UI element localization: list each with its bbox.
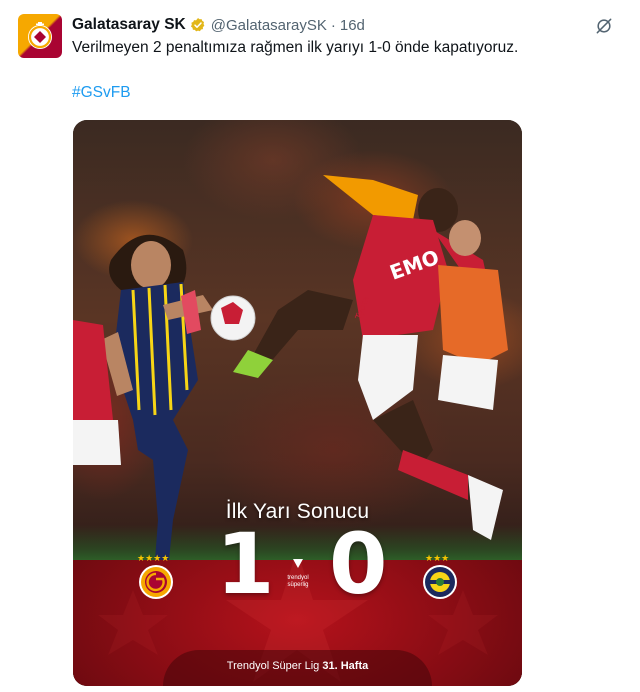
timestamp[interactable]: 16d	[340, 17, 365, 34]
grok-button[interactable]	[592, 14, 616, 38]
tweet-text: Verilmeyen 2 penaltımıza rağmen ilk yarı…	[72, 39, 519, 56]
hashtag-link[interactable]: #GSvFB	[72, 84, 131, 102]
footer-week: 31. Hafta	[322, 660, 369, 672]
verified-badge-icon	[190, 18, 205, 32]
tweet-media-image[interactable]: EMO Tyota İlk Yarı Sonucu ★★★★ 1 trendyo…	[73, 120, 522, 686]
avatar[interactable]	[18, 14, 62, 58]
separator-dot: ·	[330, 16, 336, 34]
tweet: Galatasaray SK @GalatasaraySK · 16d Veri…	[0, 0, 640, 692]
galatasaray-crest-icon: ★★★★	[137, 553, 173, 599]
grok-icon	[596, 18, 612, 34]
star-icon: ★★★★	[137, 553, 169, 563]
league-footer: Trendyol Süper Lig 31. Hafta	[73, 660, 522, 672]
away-score: 0	[329, 515, 388, 613]
fenerbahce-crest-icon: ★★★	[423, 553, 457, 599]
league-tag-line1: trendyol	[287, 575, 309, 581]
galatasaray-logo-icon	[28, 22, 52, 49]
league-tag-line2: süperlig	[287, 582, 309, 588]
footer-league-name: Trendyol Süper Lig	[226, 660, 320, 672]
star-icon: ★★★	[425, 553, 449, 563]
soccer-ball	[210, 295, 256, 341]
tweet-header: Galatasaray SK @GalatasaraySK · 16d	[72, 15, 365, 35]
superlig-icon	[293, 559, 303, 568]
trendyol-superlig-logo: trendyol süperlig	[278, 556, 318, 589]
handle[interactable]: @GalatasaraySK	[211, 17, 327, 34]
half-time-title: İlk Yarı Sonucu	[225, 500, 370, 523]
display-name[interactable]: Galatasaray SK	[72, 16, 186, 34]
home-score: 1	[216, 515, 275, 613]
